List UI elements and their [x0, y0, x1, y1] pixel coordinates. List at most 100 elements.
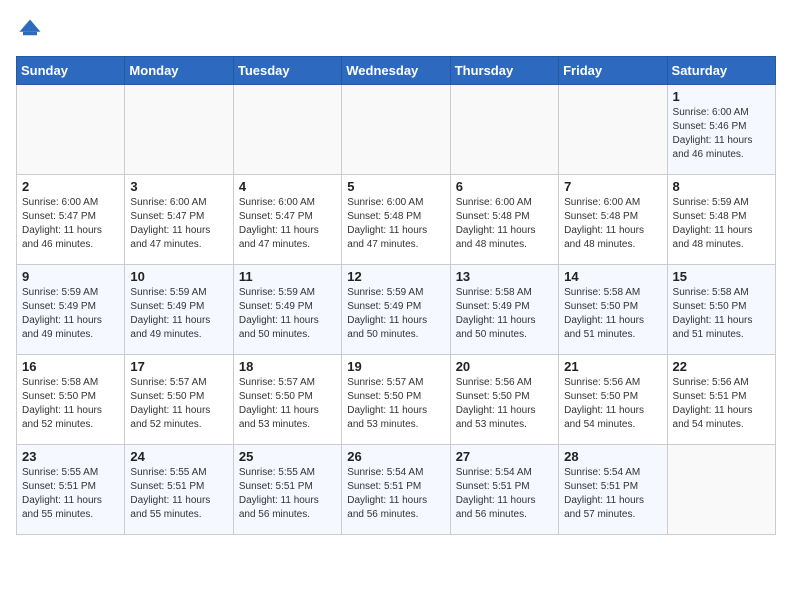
- day-number: 2: [22, 179, 119, 194]
- day-number: 16: [22, 359, 119, 374]
- day-number: 4: [239, 179, 336, 194]
- day-number: 19: [347, 359, 444, 374]
- calendar-week-row: 23 Sunrise: 5:55 AM Sunset: 5:51 PM Dayli…: [17, 445, 776, 535]
- calendar-table: SundayMondayTuesdayWednesdayThursdayFrid…: [16, 56, 776, 535]
- day-info: Sunrise: 5:59 AM Sunset: 5:49 PM Dayligh…: [22, 286, 119, 342]
- day-number: 21: [564, 359, 661, 374]
- calendar-cell: 16 Sunrise: 5:58 AM Sunset: 5:50 PM Dayli…: [17, 355, 125, 445]
- day-number: 23: [22, 449, 119, 464]
- day-info: Sunrise: 5:55 AM Sunset: 5:51 PM Dayligh…: [130, 466, 227, 522]
- calendar-week-row: 1 Sunrise: 6:00 AM Sunset: 5:46 PM Daylig…: [17, 85, 776, 175]
- day-number: 17: [130, 359, 227, 374]
- calendar-cell: [450, 85, 558, 175]
- calendar-cell: [125, 85, 233, 175]
- calendar-cell: [342, 85, 450, 175]
- calendar-cell: 22 Sunrise: 5:56 AM Sunset: 5:51 PM Dayli…: [667, 355, 775, 445]
- day-info: Sunrise: 5:54 AM Sunset: 5:51 PM Dayligh…: [347, 466, 444, 522]
- day-info: Sunrise: 5:58 AM Sunset: 5:50 PM Dayligh…: [22, 376, 119, 432]
- day-number: 14: [564, 269, 661, 284]
- day-number: 26: [347, 449, 444, 464]
- day-info: Sunrise: 5:55 AM Sunset: 5:51 PM Dayligh…: [239, 466, 336, 522]
- day-info: Sunrise: 6:00 AM Sunset: 5:47 PM Dayligh…: [130, 196, 227, 252]
- calendar-col-tuesday: Tuesday: [233, 57, 341, 85]
- day-number: 10: [130, 269, 227, 284]
- calendar-cell: 18 Sunrise: 5:57 AM Sunset: 5:50 PM Dayli…: [233, 355, 341, 445]
- day-info: Sunrise: 5:58 AM Sunset: 5:49 PM Dayligh…: [456, 286, 553, 342]
- calendar-cell: 24Sunrise: 5:55 AM Sunset: 5:51 PM Dayli…: [125, 445, 233, 535]
- calendar-cell: [17, 85, 125, 175]
- calendar-cell: 6 Sunrise: 6:00 AM Sunset: 5:48 PM Daylig…: [450, 175, 558, 265]
- calendar-cell: [559, 85, 667, 175]
- day-info: Sunrise: 5:56 AM Sunset: 5:50 PM Dayligh…: [564, 376, 661, 432]
- day-number: 18: [239, 359, 336, 374]
- calendar-cell: [667, 445, 775, 535]
- calendar-cell: 12 Sunrise: 5:59 AM Sunset: 5:49 PM Dayli…: [342, 265, 450, 355]
- day-info: Sunrise: 5:55 AM Sunset: 5:51 PM Dayligh…: [22, 466, 119, 522]
- day-number: 11: [239, 269, 336, 284]
- day-number: 28: [564, 449, 661, 464]
- day-number: 6: [456, 179, 553, 194]
- day-info: Sunrise: 6:00 AM Sunset: 5:48 PM Dayligh…: [347, 196, 444, 252]
- calendar-cell: 8 Sunrise: 5:59 AM Sunset: 5:48 PM Daylig…: [667, 175, 775, 265]
- calendar-cell: 25 Sunrise: 5:55 AM Sunset: 5:51 PM Dayli…: [233, 445, 341, 535]
- day-number: 25: [239, 449, 336, 464]
- calendar-col-sunday: Sunday: [17, 57, 125, 85]
- calendar-cell: 10 Sunrise: 5:59 AM Sunset: 5:49 PM Dayli…: [125, 265, 233, 355]
- calendar-cell: 7Sunrise: 6:00 AM Sunset: 5:48 PM Daylig…: [559, 175, 667, 265]
- page-header: [16, 16, 776, 44]
- day-info: Sunrise: 5:59 AM Sunset: 5:49 PM Dayligh…: [347, 286, 444, 342]
- day-info: Sunrise: 6:00 AM Sunset: 5:48 PM Dayligh…: [456, 196, 553, 252]
- day-info: Sunrise: 5:56 AM Sunset: 5:50 PM Dayligh…: [456, 376, 553, 432]
- day-number: 3: [130, 179, 227, 194]
- logo-icon: [16, 16, 44, 44]
- calendar-header-row: SundayMondayTuesdayWednesdayThursdayFrid…: [17, 57, 776, 85]
- day-number: 13: [456, 269, 553, 284]
- calendar-cell: 11Sunrise: 5:59 AM Sunset: 5:49 PM Dayli…: [233, 265, 341, 355]
- calendar-cell: 27Sunrise: 5:54 AM Sunset: 5:51 PM Dayli…: [450, 445, 558, 535]
- calendar-cell: 13 Sunrise: 5:58 AM Sunset: 5:49 PM Dayli…: [450, 265, 558, 355]
- day-info: Sunrise: 5:58 AM Sunset: 5:50 PM Dayligh…: [564, 286, 661, 342]
- day-number: 12: [347, 269, 444, 284]
- calendar-col-monday: Monday: [125, 57, 233, 85]
- day-info: Sunrise: 5:54 AM Sunset: 5:51 PM Dayligh…: [564, 466, 661, 522]
- calendar-cell: 1 Sunrise: 6:00 AM Sunset: 5:46 PM Daylig…: [667, 85, 775, 175]
- day-number: 7: [564, 179, 661, 194]
- day-number: 9: [22, 269, 119, 284]
- day-number: 5: [347, 179, 444, 194]
- calendar-cell: 20 Sunrise: 5:56 AM Sunset: 5:50 PM Dayli…: [450, 355, 558, 445]
- calendar-cell: 21 Sunrise: 5:56 AM Sunset: 5:50 PM Dayli…: [559, 355, 667, 445]
- calendar-col-friday: Friday: [559, 57, 667, 85]
- calendar-col-thursday: Thursday: [450, 57, 558, 85]
- day-info: Sunrise: 5:59 AM Sunset: 5:48 PM Dayligh…: [673, 196, 770, 252]
- day-info: Sunrise: 6:00 AM Sunset: 5:46 PM Dayligh…: [673, 106, 770, 162]
- day-info: Sunrise: 5:58 AM Sunset: 5:50 PM Dayligh…: [673, 286, 770, 342]
- calendar-cell: 19 Sunrise: 5:57 AM Sunset: 5:50 PM Dayli…: [342, 355, 450, 445]
- calendar-cell: 26 Sunrise: 5:54 AM Sunset: 5:51 PM Dayli…: [342, 445, 450, 535]
- day-number: 20: [456, 359, 553, 374]
- day-info: Sunrise: 6:00 AM Sunset: 5:47 PM Dayligh…: [239, 196, 336, 252]
- day-number: 1: [673, 89, 770, 104]
- calendar-cell: 15 Sunrise: 5:58 AM Sunset: 5:50 PM Dayli…: [667, 265, 775, 355]
- calendar-cell: 9 Sunrise: 5:59 AM Sunset: 5:49 PM Daylig…: [17, 265, 125, 355]
- day-info: Sunrise: 5:54 AM Sunset: 5:51 PM Dayligh…: [456, 466, 553, 522]
- calendar-cell: 4 Sunrise: 6:00 AM Sunset: 5:47 PM Daylig…: [233, 175, 341, 265]
- calendar-cell: 2Sunrise: 6:00 AM Sunset: 5:47 PM Daylig…: [17, 175, 125, 265]
- day-number: 8: [673, 179, 770, 194]
- day-info: Sunrise: 5:57 AM Sunset: 5:50 PM Dayligh…: [239, 376, 336, 432]
- calendar-cell: [233, 85, 341, 175]
- day-info: Sunrise: 5:57 AM Sunset: 5:50 PM Dayligh…: [130, 376, 227, 432]
- calendar-cell: 14 Sunrise: 5:58 AM Sunset: 5:50 PM Dayli…: [559, 265, 667, 355]
- calendar-cell: 3 Sunrise: 6:00 AM Sunset: 5:47 PM Daylig…: [125, 175, 233, 265]
- calendar-week-row: 16 Sunrise: 5:58 AM Sunset: 5:50 PM Dayli…: [17, 355, 776, 445]
- calendar-week-row: 2 Sunrise: 6:00 AM Sunset: 5:47 PM Daylig…: [17, 175, 776, 265]
- calendar-cell: 23 Sunrise: 5:55 AM Sunset: 5:51 PM Dayli…: [17, 445, 125, 535]
- calendar-cell: 5 Sunrise: 6:00 AM Sunset: 5:48 PM Daylig…: [342, 175, 450, 265]
- day-info: Sunrise: 5:59 AM Sunset: 5:49 PM Dayligh…: [130, 286, 227, 342]
- day-info: Sunrise: 5:56 AM Sunset: 5:51 PM Dayligh…: [673, 376, 770, 432]
- calendar-cell: 28 Sunrise: 5:54 AM Sunset: 5:51 PM Dayli…: [559, 445, 667, 535]
- calendar-col-saturday: Saturday: [667, 57, 775, 85]
- day-number: 15: [673, 269, 770, 284]
- day-info: Sunrise: 5:57 AM Sunset: 5:50 PM Dayligh…: [347, 376, 444, 432]
- day-number: 22: [673, 359, 770, 374]
- calendar-cell: 17 Sunrise: 5:57 AM Sunset: 5:50 PM Dayli…: [125, 355, 233, 445]
